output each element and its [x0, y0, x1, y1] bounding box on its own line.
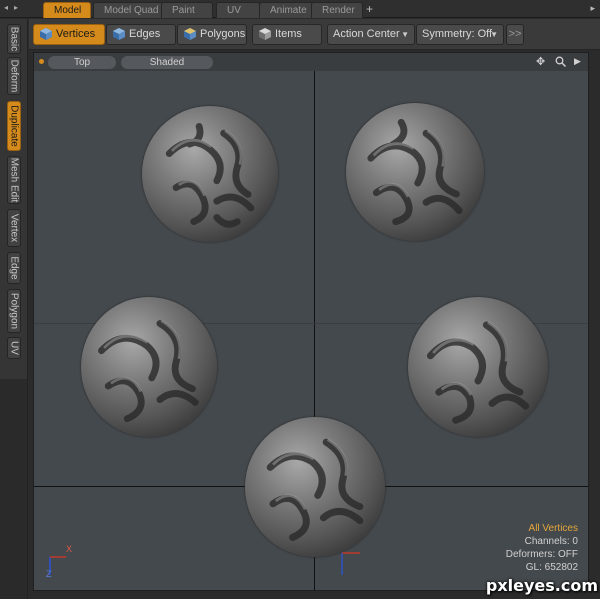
sidebar-tab-basic[interactable]: Basic [7, 24, 21, 54]
sphere-mesh-bottom-center[interactable] [245, 417, 385, 557]
sphere-pattern [98, 319, 199, 423]
polygon-cube-icon [184, 28, 196, 40]
tab-model-quad[interactable]: Model Quad [93, 2, 169, 18]
tool-tab-sidebar: Basic Deform Duplicate Mesh Edit Vertex … [0, 19, 28, 599]
zoom-icon[interactable] [555, 56, 566, 67]
sphere-mesh-middle-left[interactable] [81, 297, 217, 437]
vertices-label: Vertices [56, 28, 96, 40]
edges-label: Edges [129, 28, 161, 40]
shading-mode-label: Shaded [149, 57, 185, 68]
action-center-dropdown[interactable]: Action Center ▼ [327, 24, 415, 45]
sphere-mesh-top-right[interactable] [346, 103, 484, 241]
workspace-tab-bar: ◂ ▸ Model Model Quad Paint UV Animate Re… [0, 0, 600, 18]
tab-label: Model Quad [104, 5, 159, 16]
sidebar-tab-label: UV [8, 341, 20, 355]
item-cube-icon [259, 28, 271, 40]
tab-label: Animate [270, 5, 307, 16]
sidebar-tab-uv[interactable]: UV [7, 337, 21, 359]
edges-mode-button[interactable]: Edges [106, 24, 176, 45]
sidebar-tab-vertex[interactable]: Vertex [7, 209, 21, 247]
watermark-text: pxleyes.com [485, 576, 598, 595]
selection-toolbar: Vertices Edges Polygons Items Action Cen… [29, 19, 600, 50]
sidebar-tab-label: Polygon [8, 292, 20, 330]
deformers-status: Deformers: OFF [505, 549, 578, 560]
chevron-down-icon: ▼ [401, 30, 409, 39]
view-type-selector[interactable]: Top [48, 56, 116, 69]
tab-right-arrow-icon[interactable]: ▸ [14, 3, 18, 12]
tab-label: Render [322, 5, 355, 16]
tab-render[interactable]: Render [311, 2, 363, 18]
axis-x-label: X [66, 544, 73, 554]
viewport-options-icon[interactable] [39, 59, 44, 64]
more-label: >> [508, 28, 522, 40]
tab-menu-arrow-icon[interactable]: ▸ [590, 3, 595, 14]
chevron-down-icon: ▼ [490, 30, 498, 39]
sidebar-tab-edge[interactable]: Edge [7, 252, 21, 284]
sidebar-tab-label: Edge [8, 256, 20, 280]
sidebar-tab-polygon[interactable]: Polygon [7, 289, 21, 333]
shading-mode-selector[interactable]: Shaded [121, 56, 213, 69]
tab-label: Model [54, 5, 82, 16]
sidebar-tab-label: Basic [8, 26, 20, 52]
move-icon[interactable]: ✥ [536, 55, 545, 68]
viewport-header: Top Shaded ✥ ▶ [34, 53, 588, 71]
sidebar-tab-label: Mesh Edit [8, 157, 20, 203]
sidebar-tab-label: Duplicate [8, 105, 20, 147]
edge-cube-icon [113, 28, 125, 40]
sidebar-empty-area [0, 379, 27, 599]
gl-polycount-status: GL: 652802 [525, 562, 578, 573]
sphere-pattern [426, 321, 530, 424]
channels-status: Channels: 0 [524, 536, 578, 547]
selection-mode-status: All Vertices [528, 523, 578, 534]
center-axis-gizmo [341, 552, 360, 575]
items-mode-button[interactable]: Items [252, 24, 322, 45]
axis-z-label: Z [46, 569, 52, 579]
view-type-label: Top [73, 57, 91, 68]
items-label: Items [275, 28, 302, 40]
more-tools-button[interactable]: >> [506, 24, 524, 45]
symmetry-dropdown[interactable]: Symmetry: Off ▼ [416, 24, 504, 45]
3d-viewport[interactable]: Top Shaded ✥ ▶ X Z All Vertices Channels… [33, 52, 589, 591]
sphere-pattern [165, 123, 255, 228]
symmetry-label: Symmetry: Off [422, 28, 493, 40]
tab-uv[interactable]: UV [216, 2, 260, 18]
tab-model[interactable]: Model [43, 2, 91, 18]
sphere-mesh-middle-right[interactable] [408, 297, 548, 437]
polygons-mode-button[interactable]: Polygons [177, 24, 247, 45]
sphere-mesh-top-left[interactable] [142, 106, 278, 242]
action-center-label: Action Center [333, 28, 400, 40]
sphere-pattern [367, 118, 463, 226]
sidebar-tab-duplicate[interactable]: Duplicate [7, 101, 21, 151]
sidebar-tab-deform[interactable]: Deform [7, 57, 21, 95]
vertex-cube-icon [40, 28, 52, 40]
sidebar-tab-mesh-edit[interactable]: Mesh Edit [7, 156, 21, 204]
add-tab-button[interactable]: + [366, 2, 373, 16]
tab-label: Paint [172, 5, 195, 16]
polygons-label: Polygons [200, 28, 246, 40]
tab-animate[interactable]: Animate [259, 2, 315, 18]
tab-left-arrow-icon[interactable]: ◂ [4, 3, 8, 12]
tab-label: UV [227, 5, 241, 16]
tab-paint[interactable]: Paint [161, 2, 213, 18]
sphere-pattern [266, 438, 364, 541]
play-icon[interactable]: ▶ [574, 56, 581, 67]
sidebar-tab-label: Vertex [8, 213, 20, 243]
vertices-mode-button[interactable]: Vertices [33, 24, 105, 45]
sidebar-tab-label: Deform [8, 59, 20, 93]
